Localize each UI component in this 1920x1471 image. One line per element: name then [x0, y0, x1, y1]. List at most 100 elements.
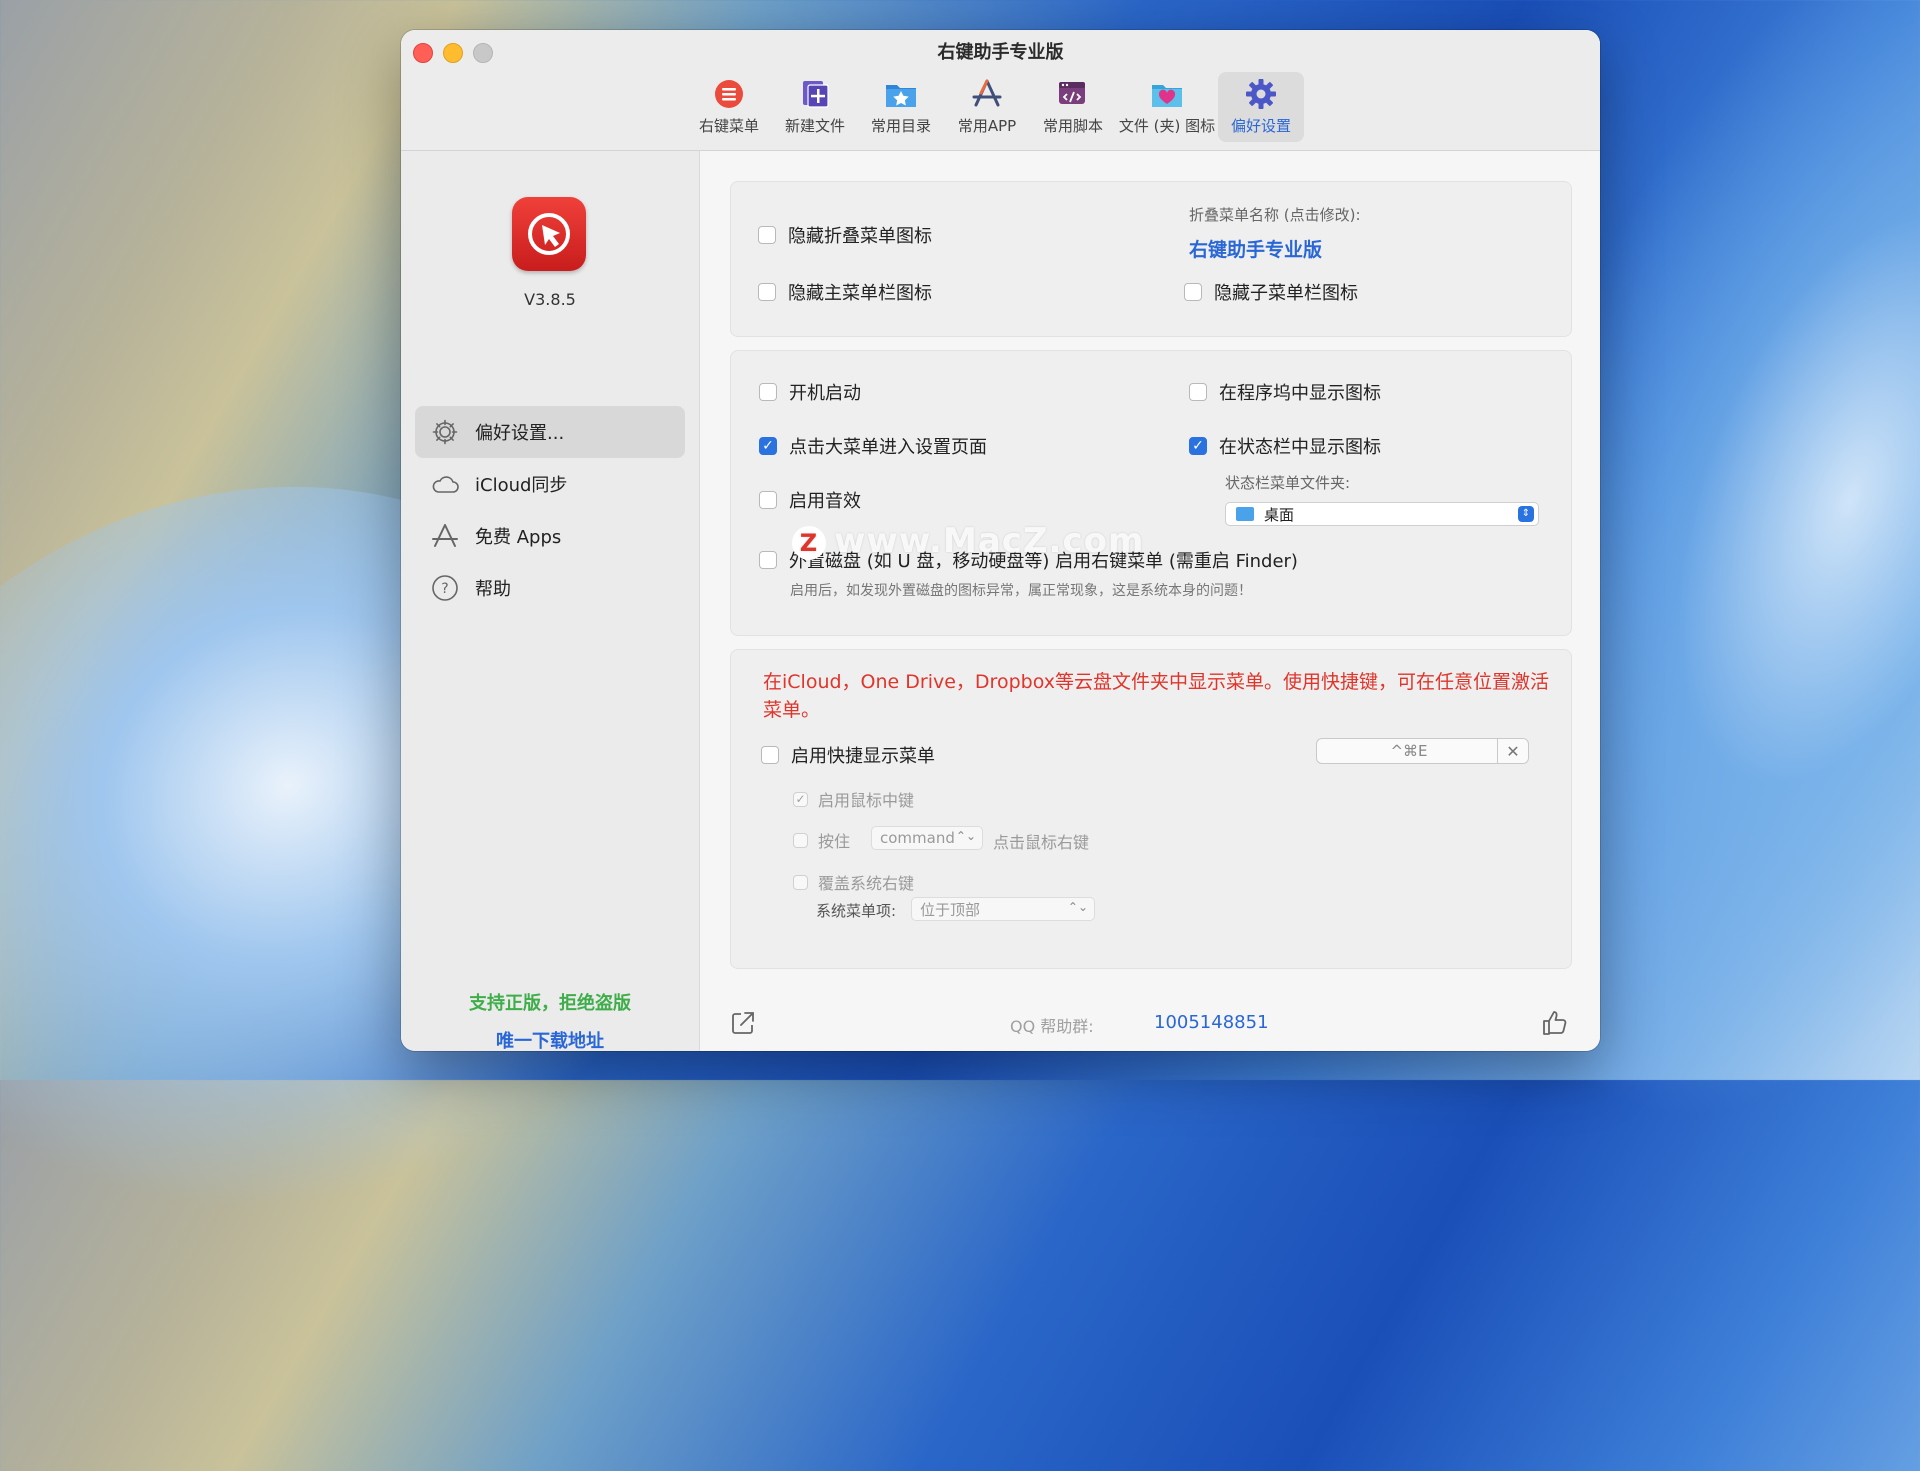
cloud-notice: 在iCloud，One Drive，Dropbox等云盘文件夹中显示菜单。使用快…: [763, 671, 1549, 721]
download-link[interactable]: 唯一下载地址: [401, 1027, 699, 1051]
clear-shortcut-button[interactable]: ✕: [1497, 738, 1529, 764]
checkbox-label: 隐藏主菜单栏图标: [788, 283, 932, 304]
support-genuine-text: 支持正版，拒绝盗版: [469, 993, 631, 1014]
tab-common-folders[interactable]: 常用目录: [858, 72, 944, 142]
tab-preferences[interactable]: 偏好设置: [1218, 72, 1304, 142]
titlebar: 右键助手专业版 右键菜单 新建文件 常用目录 常用APP 常用脚本 文件 (夹)…: [401, 30, 1600, 151]
folder-star-icon: [883, 76, 919, 112]
checkbox-box[interactable]: [758, 283, 776, 301]
enable-sound-checkbox[interactable]: 启用音效: [759, 487, 861, 513]
checkbox-label: 开机启动: [789, 383, 861, 404]
watermark: Zwww.MacZ.com: [792, 521, 1144, 561]
tab-common-scripts[interactable]: 常用脚本: [1030, 72, 1116, 142]
statusbar-folder-select[interactable]: 桌面 ⇕: [1225, 502, 1539, 526]
folder-heart-icon: [1149, 76, 1185, 112]
checkbox-box[interactable]: [759, 437, 777, 455]
tab-context-menu[interactable]: 右键菜单: [686, 72, 772, 142]
svg-text:?: ?: [441, 581, 448, 597]
tab-label: 偏好设置: [1230, 117, 1291, 135]
checkbox-label: 点击大菜单进入设置页面: [789, 437, 987, 458]
app-version: V3.8.5: [524, 290, 576, 309]
checkbox-box[interactable]: [1189, 437, 1207, 455]
fold-name-label: 折叠菜单名称 (点击修改):: [1189, 206, 1361, 224]
app-store-icon: [969, 76, 1005, 112]
hold-key-checkbox[interactable]: 按住: [793, 828, 850, 852]
select-value: 桌面: [1264, 505, 1295, 524]
sidebar-item-icloud-sync[interactable]: iCloud同步: [415, 458, 685, 510]
chevron-updown-icon: ⌃⌄: [1067, 900, 1088, 914]
system-menu-select[interactable]: 位于顶部 ⌃⌄: [911, 897, 1095, 921]
checkbox-label: 启用鼠标中键: [818, 791, 915, 810]
new-file-icon: [797, 76, 833, 112]
menu-icon-panel: 隐藏折叠菜单图标 隐藏主菜单栏图标 折叠菜单名称 (点击修改): 右键助手专业版…: [730, 181, 1572, 337]
bottom-bar: QQ 帮助群: 1005148851: [700, 1003, 1600, 1043]
tab-folder-icons[interactable]: 文件 (夹) 图标: [1116, 72, 1218, 142]
tab-label: 常用目录: [870, 117, 931, 135]
close-icon: ✕: [1506, 741, 1520, 761]
checkbox-label: 在程序坞中显示图标: [1219, 383, 1381, 404]
checkbox-label: 按住: [818, 832, 851, 851]
enable-shortcut-checkbox[interactable]: 启用快捷显示菜单: [761, 742, 935, 768]
tab-label: 新建文件: [784, 117, 845, 135]
sidebar-item-label: 帮助: [475, 579, 511, 600]
checkbox-box[interactable]: [759, 491, 777, 509]
click-menu-settings-checkbox[interactable]: 点击大菜单进入设置页面: [759, 433, 987, 459]
select-value: command: [880, 829, 955, 847]
sidebar-item-preferences[interactable]: 偏好设置...: [415, 406, 685, 458]
tab-label: 右键菜单: [698, 117, 759, 135]
sidebar-item-help[interactable]: ? 帮助: [415, 562, 685, 614]
tab-common-apps[interactable]: 常用APP: [944, 72, 1030, 142]
checkbox-box[interactable]: [759, 551, 777, 569]
checkbox-box[interactable]: [759, 383, 777, 401]
sidebar-item-label: iCloud同步: [475, 475, 568, 496]
launch-at-login-checkbox[interactable]: 开机启动: [759, 379, 861, 405]
general-panel: 开机启动 在程序坞中显示图标 点击大菜单进入设置页面 在状态栏中显示图标 状态栏…: [730, 350, 1572, 636]
qq-group-label: QQ 帮助群:: [1010, 1017, 1094, 1036]
sidebar-item-label: 免费 Apps: [475, 527, 562, 548]
hold-key-select[interactable]: command ⌃⌄: [871, 826, 983, 850]
mouse-middle-checkbox[interactable]: 启用鼠标中键: [793, 787, 914, 811]
checkbox-label: 在状态栏中显示图标: [1219, 437, 1381, 458]
share-icon[interactable]: [729, 1009, 757, 1037]
checkbox-box[interactable]: [793, 832, 808, 848]
folder-icon: [1236, 507, 1254, 521]
checkbox-label: 覆盖系统右键: [818, 874, 915, 893]
fold-name-link[interactable]: 右键助手专业版: [1189, 235, 1322, 262]
qq-group-number[interactable]: 1005148851: [1154, 1012, 1269, 1033]
tab-label: 常用APP: [957, 117, 1017, 135]
watermark-logo-icon: Z: [792, 525, 826, 560]
app-logo-icon: [512, 197, 586, 271]
show-in-statusbar-checkbox[interactable]: 在状态栏中显示图标: [1189, 433, 1381, 459]
checkbox-box[interactable]: [793, 791, 808, 807]
tab-label: 文件 (夹) 图标: [1118, 117, 1216, 135]
sidebar-item-label: 偏好设置...: [475, 423, 565, 444]
checkbox-box[interactable]: [1189, 383, 1207, 401]
tab-label: 常用脚本: [1042, 117, 1103, 135]
window-title: 右键助手专业版: [937, 42, 1064, 63]
system-menu-label: 系统菜单项:: [816, 902, 897, 920]
app-store-icon: [429, 520, 461, 552]
sidebar-item-free-apps[interactable]: 免费 Apps: [415, 510, 685, 562]
shortcut-recorder[interactable]: ^⌘E: [1316, 738, 1502, 764]
checkbox-label: 隐藏折叠菜单图标: [788, 226, 932, 247]
hide-sub-icon-checkbox[interactable]: 隐藏子菜单栏图标: [1184, 279, 1358, 305]
hide-main-icon-checkbox[interactable]: 隐藏主菜单栏图标: [758, 279, 932, 305]
checkbox-label: 启用快捷显示菜单: [791, 746, 935, 767]
watermark-text: www.MacZ.com: [834, 521, 1145, 561]
checkbox-box[interactable]: [758, 226, 776, 244]
thumbs-up-icon[interactable]: [1540, 1008, 1570, 1038]
checkbox-box[interactable]: [1184, 283, 1202, 301]
checkbox-box[interactable]: [761, 746, 779, 764]
checkbox-label: 隐藏子菜单栏图标: [1214, 283, 1358, 304]
checkbox-box[interactable]: [793, 874, 808, 890]
checkbox-label: 启用音效: [789, 491, 861, 512]
cloud-icon: [429, 468, 461, 500]
menu-list-icon: [711, 76, 747, 112]
show-in-dock-checkbox[interactable]: 在程序坞中显示图标: [1189, 379, 1381, 405]
hide-fold-icon-checkbox[interactable]: 隐藏折叠菜单图标: [758, 222, 932, 248]
chevron-updown-icon: ⇕: [1518, 506, 1534, 522]
help-icon: ?: [429, 572, 461, 604]
tab-new-file[interactable]: 新建文件: [772, 72, 858, 142]
gear-icon: [429, 416, 461, 448]
override-system-checkbox[interactable]: 覆盖系统右键: [793, 870, 914, 894]
